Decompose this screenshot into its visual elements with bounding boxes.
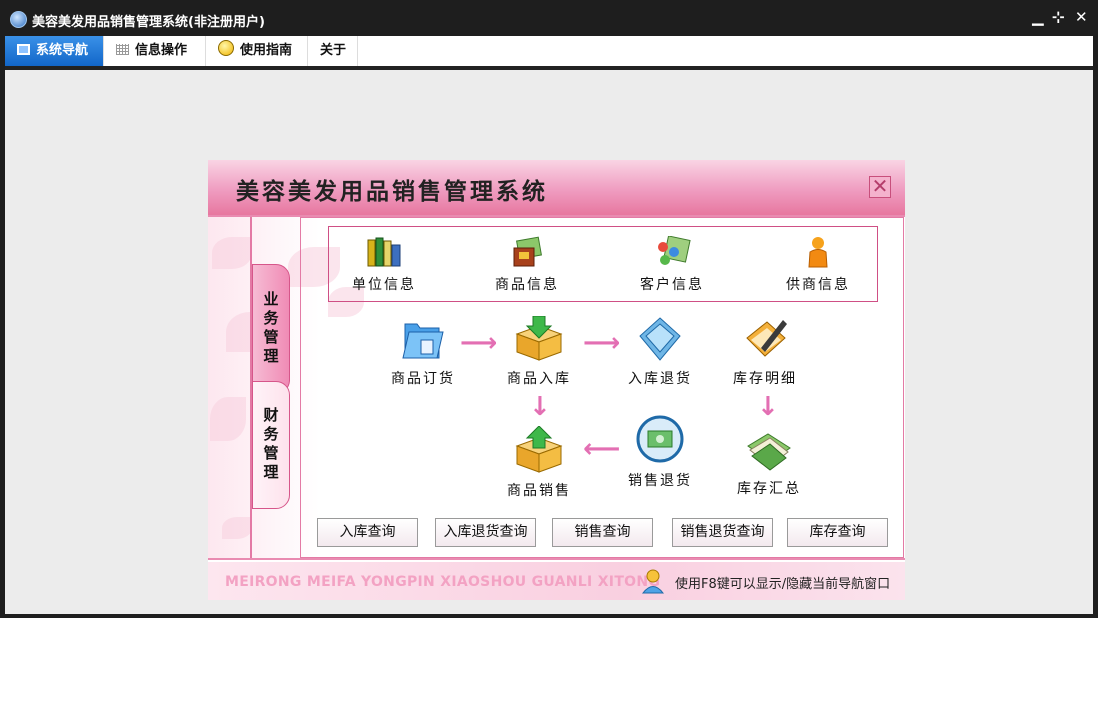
tab-system-navigation[interactable]: 系统导航 [5,36,104,66]
box-in-icon [515,316,563,361]
blue-folder-icon [402,323,444,359]
stock-in-query-button[interactable]: 入库查询 [317,518,418,547]
inventory-summary-label: 库存汇总 [737,481,801,497]
side-tab-business[interactable]: 业务管理 [252,264,290,394]
side-divider [250,217,252,558]
arrow-down-icon: ↓ [529,392,551,422]
blue-cube-icon [639,317,681,361]
tab-label: 使用指南 [240,43,293,58]
sales-query-button[interactable]: 销售查询 [552,518,653,547]
supplier-info-label: 供商信息 [786,277,850,293]
open-book-icon [747,433,791,471]
stock-in-label: 商品入库 [507,371,571,387]
order-goods-label: 商品订货 [391,371,455,387]
unit-info-item[interactable]: 单位信息 [339,236,429,294]
customers-icon [658,236,691,265]
stock-in-node[interactable]: 商品入库 [494,316,584,388]
arrow-right-icon: ⟶ [583,328,621,358]
panel-footer: MEIRONG MEIFA YONGPIN XIAOSHOU GUANLI XI… [208,562,905,600]
inventory-detail-node[interactable]: 库存明细 [720,316,810,388]
footer-tip: 使用F8键可以显示/隐藏当前导航窗口 [675,577,891,592]
stock-in-return-query-button[interactable]: 入库退货查询 [435,518,536,547]
decorative-petal [210,397,246,441]
goods-sale-label: 商品销售 [507,483,571,499]
tab-label: 系统导航 [36,43,89,58]
grid-icon [116,44,129,55]
box-out-icon [515,426,563,473]
sale-return-node[interactable]: 销售退货 [615,414,705,490]
tab-user-guide[interactable]: 使用指南 [206,36,308,66]
stock-in-return-node[interactable]: 入库退货 [615,316,705,388]
product-info-item[interactable]: 商品信息 [482,236,572,294]
panel-close-button[interactable]: ✕ [869,176,891,198]
sales-return-query-button[interactable]: 销售退货查询 [672,518,773,547]
customer-info-item[interactable]: 客户信息 [627,236,717,294]
inventory-detail-label: 库存明细 [733,371,797,387]
money-cycle-icon [636,415,684,463]
decorative-petal [222,517,252,539]
restore-button[interactable]: ⊹ [1052,8,1065,26]
unit-info-label: 单位信息 [352,277,416,293]
inventory-query-button[interactable]: 库存查询 [787,518,888,547]
product-box-icon [513,236,542,267]
window-title: 美容美发用品销售管理系统(非注册用户) [32,15,265,30]
panel-header: 美容美发用品销售管理系统 ✕ [208,160,905,215]
help-bulb-icon [218,40,234,56]
supplier-person-icon [808,237,828,268]
panel-title: 美容美发用品销售管理系统 [236,179,548,205]
order-goods-node[interactable]: 商品订货 [378,316,468,388]
close-window-button[interactable]: ✕ [1075,8,1088,26]
inventory-summary-node[interactable]: 库存汇总 [724,426,814,498]
app-logo-icon [10,11,27,28]
arrow-left-icon: ⟵ [583,434,621,464]
product-info-label: 商品信息 [495,277,559,293]
arrow-right-icon: ⟶ [460,328,498,358]
user-tip-icon [641,569,665,594]
tab-label: 关于 [320,43,347,58]
tab-label: 信息操作 [135,43,188,58]
notebook-pencil-icon [746,320,787,357]
goods-sale-node[interactable]: 商品销售 [494,426,584,500]
decorative-petal [212,237,252,269]
supplier-info-item[interactable]: 供商信息 [773,236,863,294]
title-bar: 美容美发用品销售管理系统(非注册用户) ▁ ⊹ ✕ [0,0,1098,36]
customer-info-label: 客户信息 [640,277,704,293]
stock-in-return-label: 入库退货 [628,371,692,387]
arrow-down-icon: ↓ [757,392,779,422]
monitor-icon [17,44,30,55]
tab-info-operations[interactable]: 信息操作 [104,36,206,66]
menu-bar: 系统导航 信息操作 使用指南 关于 [5,36,1093,70]
minimize-button[interactable]: ▁ [1032,8,1044,26]
books-icon [367,237,401,267]
tab-about[interactable]: 关于 [308,36,358,66]
footer-pinyin: MEIRONG MEIFA YONGPIN XIAOSHOU GUANLI XI… [225,574,661,590]
side-tab-finance[interactable]: 财务管理 [252,381,290,509]
sale-return-label: 销售退货 [628,473,692,489]
